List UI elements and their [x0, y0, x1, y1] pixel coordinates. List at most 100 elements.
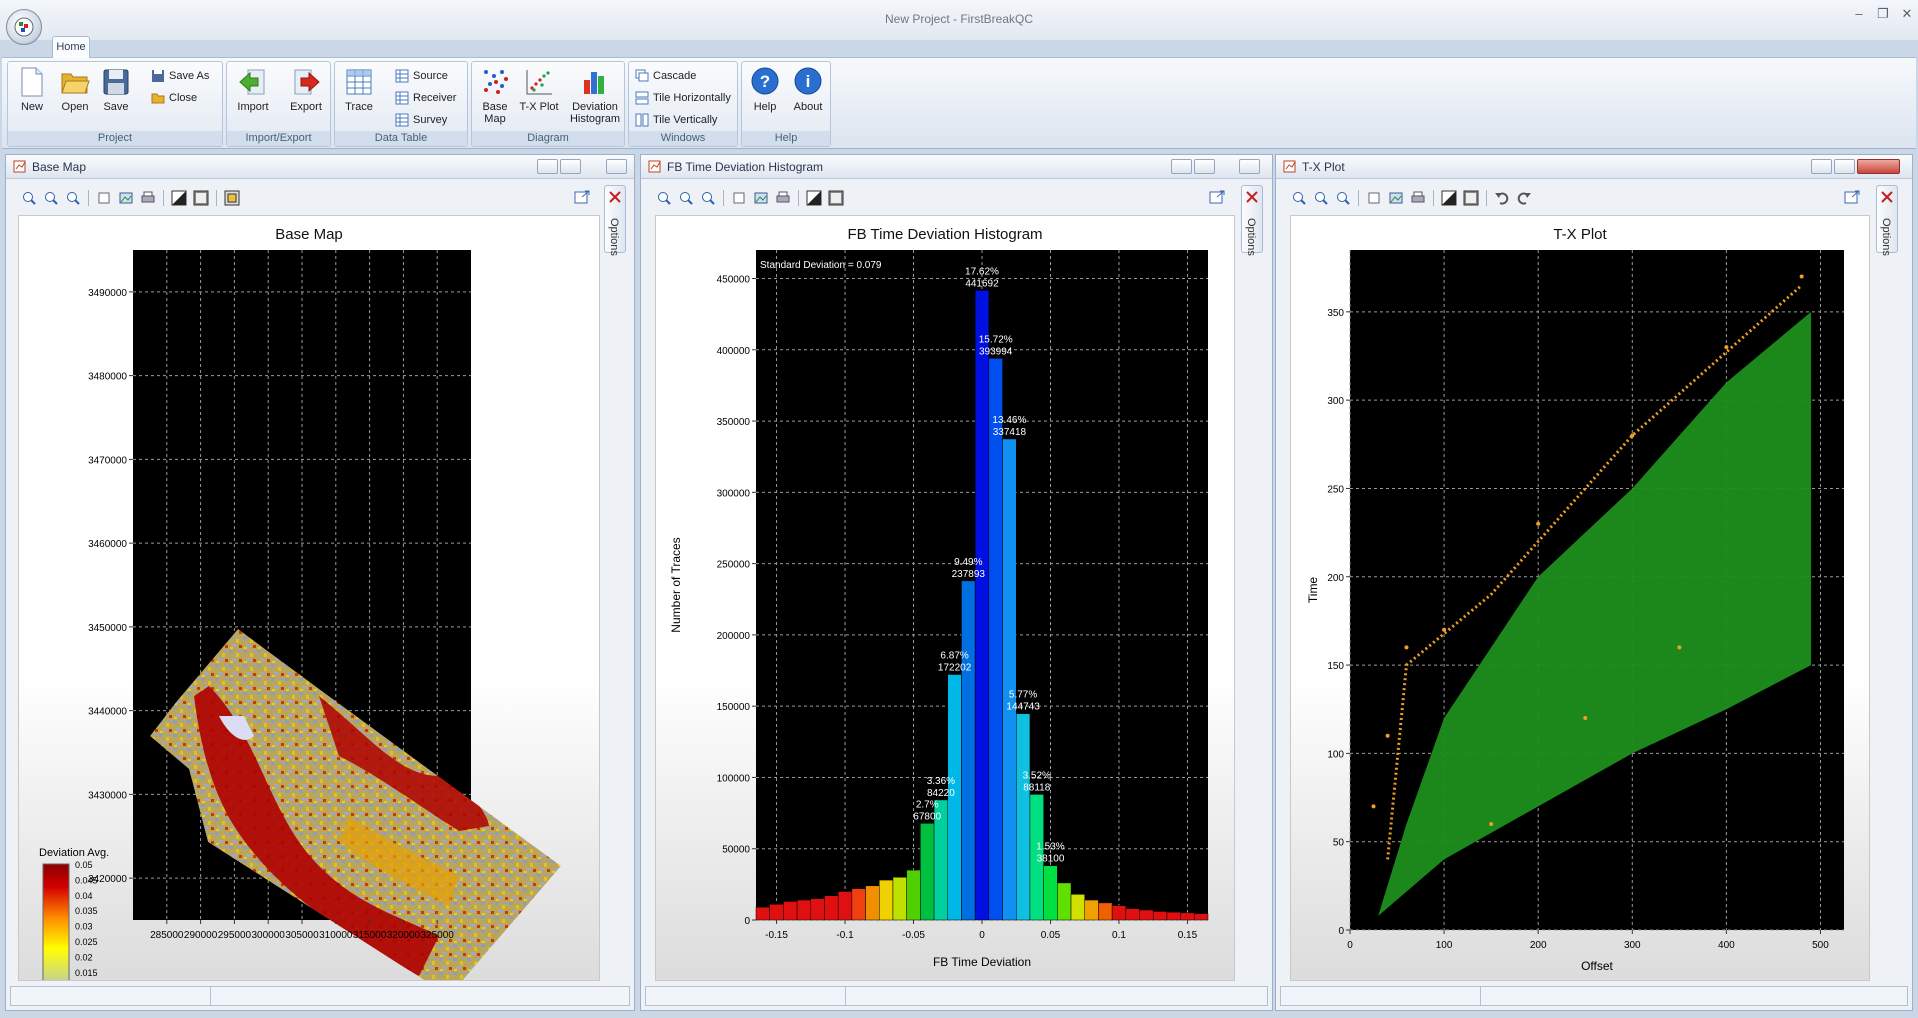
tab-home[interactable]: Home [52, 36, 90, 58]
export-view-icon[interactable] [574, 190, 590, 204]
cascade-button[interactable]: Cascade [633, 66, 696, 86]
histogram-bar[interactable] [1098, 902, 1113, 921]
histogram-bar[interactable] [961, 580, 976, 921]
histogram-options-tab[interactable]: Options [1241, 185, 1263, 256]
histogram-close-button[interactable] [1239, 159, 1260, 174]
close-button[interactable]: ✕ [1896, 6, 1918, 22]
histogram-bar[interactable] [892, 876, 907, 921]
undo-icon[interactable] [1493, 189, 1511, 207]
histogram-bar[interactable] [837, 891, 853, 921]
zoom-fit-icon[interactable] [699, 189, 717, 207]
histogram-bar[interactable] [1139, 909, 1154, 921]
print-icon[interactable] [139, 189, 157, 207]
histogram-bar[interactable] [1194, 913, 1209, 921]
zoom-out-icon[interactable] [677, 189, 695, 207]
base-map-close-button[interactable] [606, 159, 627, 174]
histogram-bar[interactable] [1057, 882, 1072, 921]
histogram-bar[interactable] [1166, 911, 1181, 921]
base-map-options-tab[interactable]: Options [604, 185, 626, 256]
histogram-bar[interactable] [906, 869, 921, 921]
histogram-bar[interactable] [865, 885, 880, 921]
deviation-histogram-button[interactable]: Deviation Histogram [568, 64, 622, 130]
copy-image-icon[interactable] [1387, 189, 1405, 207]
histogram-bar[interactable] [783, 901, 798, 921]
frame-icon[interactable] [1462, 189, 1480, 207]
frame-icon[interactable] [827, 189, 845, 207]
histogram-bar[interactable] [920, 823, 935, 921]
zoom-in-icon[interactable] [20, 189, 38, 207]
tx-chart[interactable]: 0 50 100 150 200 250 300 350 0 100 200 300 400 500 Off… [1291, 216, 1869, 980]
zoom-out-icon[interactable] [42, 189, 60, 207]
zoom-box-icon[interactable] [95, 189, 113, 207]
print-icon[interactable] [774, 189, 792, 207]
histogram-bar[interactable] [974, 290, 990, 921]
help-button[interactable]: ? Help [744, 64, 786, 130]
contrast-icon[interactable] [1440, 189, 1458, 207]
import-button[interactable]: Import [232, 64, 274, 130]
base-map-chart[interactable]: 3490000 3480000 3470000 3460000 3450000 34400… [19, 216, 599, 980]
base-map-restore-button[interactable] [560, 159, 581, 174]
print-icon[interactable] [1409, 189, 1427, 207]
histogram-bar[interactable] [988, 358, 1003, 921]
export-view-icon[interactable] [1209, 190, 1225, 204]
about-button[interactable]: i About [787, 64, 829, 130]
histogram-bar[interactable] [755, 906, 770, 921]
receiver-button[interactable]: Receiver [393, 88, 456, 108]
contrast-icon[interactable] [170, 189, 188, 207]
save-button[interactable]: Save [95, 64, 137, 130]
tx-plot-button[interactable]: T-X Plot [518, 64, 560, 130]
trace-button[interactable]: Trace [338, 64, 380, 130]
tile-horizontally-button[interactable]: Tile Horizontally [633, 88, 731, 108]
minimize-button[interactable]: – [1848, 6, 1870, 22]
survey-button[interactable]: Survey [393, 110, 447, 130]
source-button[interactable]: Source [393, 66, 448, 86]
zoom-fit-icon[interactable] [1334, 189, 1352, 207]
histogram-bar[interactable] [810, 898, 825, 921]
copy-image-icon[interactable] [752, 189, 770, 207]
legend-toggle-icon[interactable] [223, 189, 241, 207]
tx-plot-close-button[interactable] [1857, 159, 1900, 174]
histogram-bar[interactable] [1111, 905, 1127, 921]
open-button[interactable]: Open [54, 64, 96, 130]
histogram-bar[interactable] [824, 895, 839, 921]
tx-plot-restore-button[interactable] [1834, 159, 1855, 174]
histogram-minimize-button[interactable] [1171, 159, 1192, 174]
zoom-in-icon[interactable] [1290, 189, 1308, 207]
frame-icon[interactable] [192, 189, 210, 207]
histogram-bar[interactable] [1084, 899, 1099, 921]
histogram-bar[interactable] [879, 879, 894, 921]
histogram-bar[interactable] [1043, 865, 1058, 921]
maximize-button[interactable]: ❐ [1872, 6, 1894, 22]
histogram-bar[interactable] [769, 904, 784, 921]
export-view-icon[interactable] [1844, 190, 1860, 204]
histogram-bar[interactable] [1152, 911, 1168, 921]
histogram-bar[interactable] [1015, 713, 1031, 921]
zoom-out-icon[interactable] [1312, 189, 1330, 207]
tx-plot-options-tab[interactable]: Options [1876, 185, 1898, 256]
zoom-in-icon[interactable] [655, 189, 673, 207]
copy-image-icon[interactable] [117, 189, 135, 207]
base-map-minimize-button[interactable] [537, 159, 558, 174]
histogram-bar[interactable] [1070, 894, 1085, 921]
histogram-bar[interactable] [796, 899, 812, 921]
new-button[interactable]: New [11, 64, 53, 130]
app-menu-button[interactable] [6, 9, 42, 45]
histogram-bar[interactable] [1180, 912, 1195, 921]
histogram-chart[interactable]: 9.49%237893 6.87%172202 3.36%842202.7%6780… [656, 216, 1234, 980]
save-as-button[interactable]: Save As [149, 66, 209, 86]
tile-vertically-button[interactable]: Tile Vertically [633, 110, 717, 130]
histogram-bar[interactable] [1002, 438, 1017, 921]
close-project-button[interactable]: Close [149, 88, 197, 108]
base-map-button[interactable]: Base Map [474, 64, 516, 130]
zoom-box-icon[interactable] [730, 189, 748, 207]
histogram-bar[interactable] [851, 888, 866, 921]
tx-plot-minimize-button[interactable] [1811, 159, 1832, 174]
export-button[interactable]: Export [285, 64, 327, 130]
histogram-bar[interactable] [1125, 908, 1140, 921]
redo-icon[interactable] [1515, 189, 1533, 207]
contrast-icon[interactable] [805, 189, 823, 207]
histogram-restore-button[interactable] [1194, 159, 1215, 174]
zoom-fit-icon[interactable] [64, 189, 82, 207]
zoom-box-icon[interactable] [1365, 189, 1383, 207]
tile-vertical-icon [635, 113, 649, 127]
